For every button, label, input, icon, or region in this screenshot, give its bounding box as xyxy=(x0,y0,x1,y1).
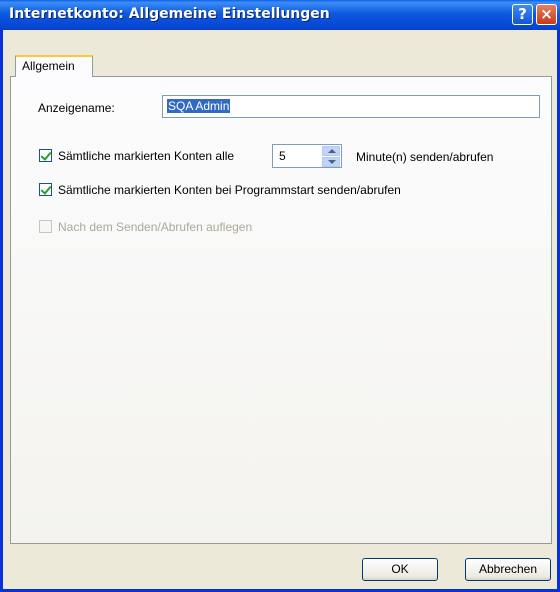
close-icon: × xyxy=(540,5,553,23)
spin-up-button[interactable] xyxy=(322,146,340,156)
cancel-button[interactable]: Abbrechen xyxy=(465,558,551,581)
tab-allgemein[interactable]: Allgemein xyxy=(15,55,93,77)
interval-checkbox[interactable] xyxy=(39,149,52,162)
startup-label: Sämtliche markierten Konten bei Programm… xyxy=(58,183,401,197)
interval-label: Sämtliche markierten Konten alle xyxy=(58,149,235,163)
interval-minutes-value: 5 xyxy=(279,149,286,163)
help-icon: ? xyxy=(518,5,527,23)
window-title: Internetkonto: Allgemeine Einstellungen xyxy=(9,6,330,22)
hangup-label: Nach dem Senden/Abrufen auflegen xyxy=(58,220,253,234)
startup-checkbox[interactable] xyxy=(39,183,52,196)
hangup-checkbox[interactable] xyxy=(39,220,52,233)
close-button[interactable]: × xyxy=(536,4,557,25)
title-bar[interactable]: Internetkonto: Allgemeine Einstellungen … xyxy=(0,0,560,30)
display-name-input[interactable]: SQA Admin xyxy=(162,95,540,118)
ok-button[interactable]: OK xyxy=(362,558,438,581)
tab-label: Allgemein xyxy=(22,59,75,73)
spin-down-button[interactable] xyxy=(322,157,340,167)
display-name-label: Anzeigename: xyxy=(38,101,115,115)
interval-suffix: Minute(n) senden/abrufen xyxy=(356,150,494,164)
display-name-value: SQA Admin xyxy=(167,99,231,113)
help-button[interactable]: ? xyxy=(512,4,533,25)
